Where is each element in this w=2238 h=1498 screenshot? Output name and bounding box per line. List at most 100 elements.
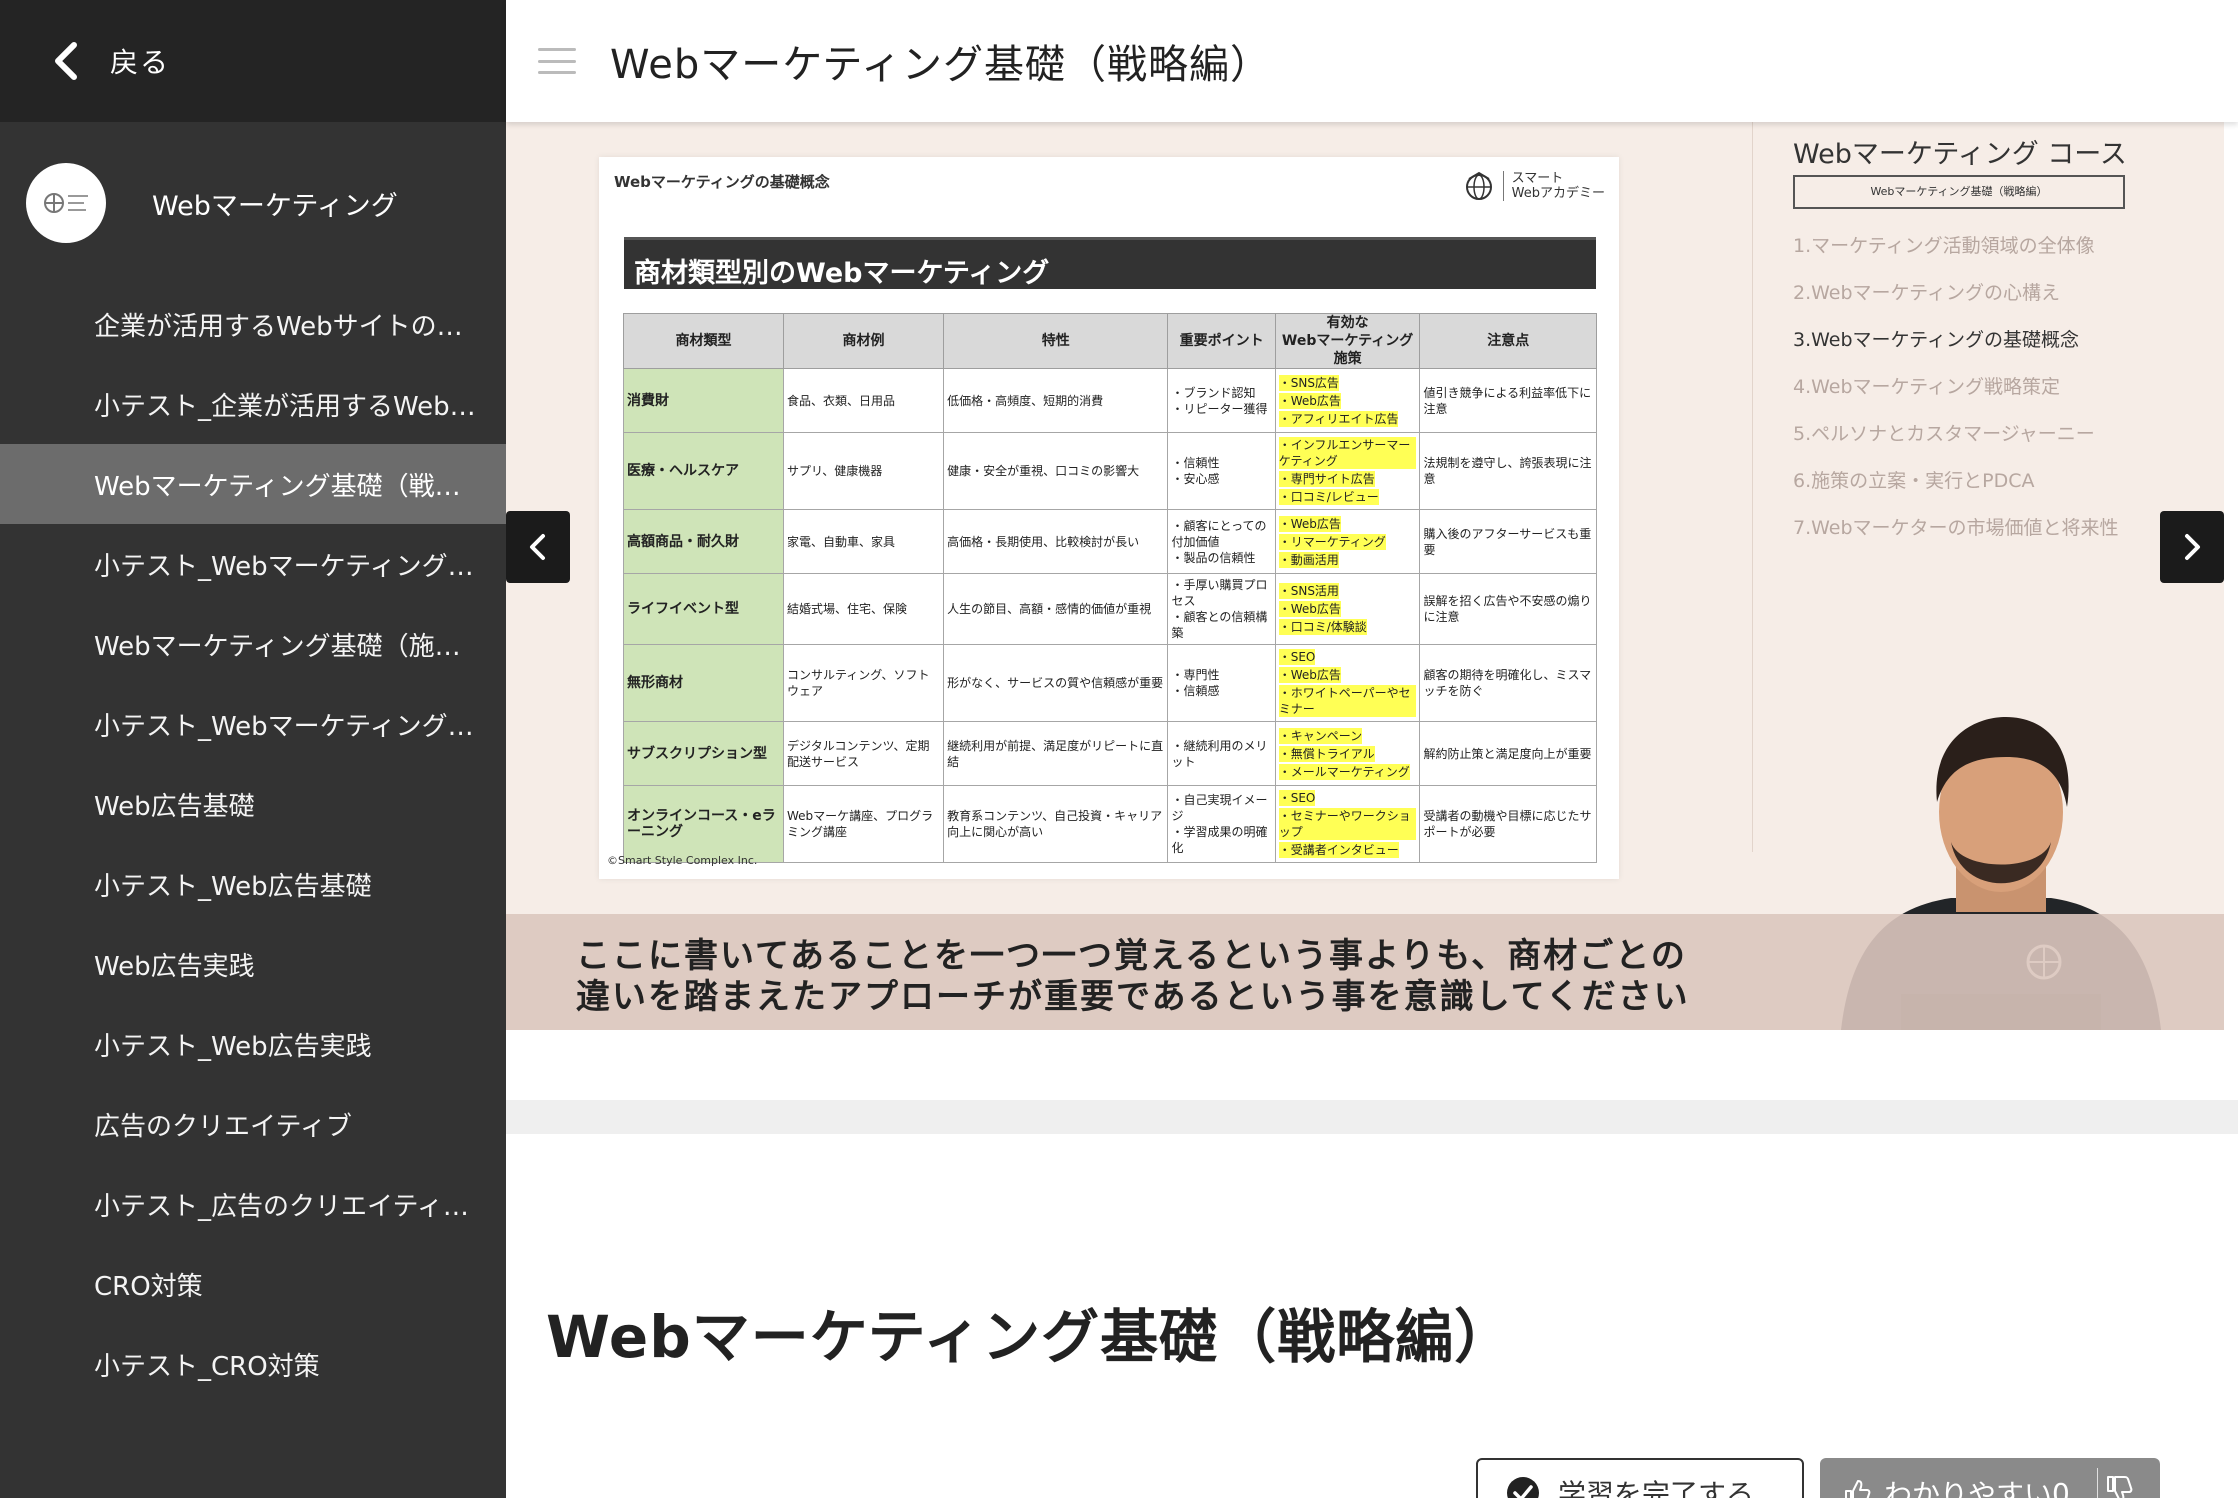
- table-cell-type: サブスクリプション型: [623, 721, 784, 786]
- course-header: Webマーケティング: [0, 122, 506, 284]
- back-button[interactable]: 戻る: [0, 0, 506, 122]
- highlighted-measure: ・メールマーケティング: [1278, 763, 1410, 780]
- table-cell-measures: ・キャンペーン ・無償トライアル ・メールマーケティング: [1274, 721, 1421, 786]
- sidebar-lesson-item[interactable]: CRO対策: [0, 1244, 506, 1324]
- toc-item: 5.ペルソナとカスタマージャーニー: [1793, 423, 2095, 445]
- sidebar-lesson-label: Webマーケティング基礎（施…: [94, 631, 461, 662]
- sidebar-lesson-item[interactable]: 企業が活用するWebサイトの…: [0, 284, 506, 364]
- sidebar-lesson-label: 小テスト_Web広告実践: [94, 1031, 372, 1062]
- video-player[interactable]: Webマーケティングの基礎概念 スマート Webアカデミー 商材類型別のWebマ…: [506, 122, 2224, 1030]
- slide-banner-title: 商材類型別のWebマーケティング: [624, 237, 1596, 289]
- table-column-header: 重要ポイント: [1167, 313, 1276, 369]
- table-cell-point: ・手厚い購買プロセス ・顧客との信頼構築: [1167, 573, 1276, 645]
- video-caption: ここに書いてあることを一つ一つ覚えるという事よりも、商材ごとの 違いを踏まえたア…: [506, 914, 2224, 1030]
- complete-lesson-label: 学習を完了する: [1558, 1478, 1755, 1498]
- table-cell-note: 顧客の期待を明確化し、ミスマッチを防ぐ: [1419, 644, 1597, 722]
- previous-slide-button[interactable]: [506, 511, 570, 583]
- toc-item: 2.Webマーケティングの心構え: [1793, 282, 2061, 304]
- page-title: Webマーケティング基礎（戦略編）: [610, 42, 1272, 88]
- table-cell-example: 結婚式場、住宅、保険: [782, 573, 945, 645]
- highlighted-measure: ・動画活用: [1278, 551, 1339, 568]
- sidebar-lesson-item[interactable]: 小テスト_Web広告実践: [0, 1004, 506, 1084]
- chevron-left-icon: [530, 534, 545, 560]
- table-cell-type: 無形商材: [623, 644, 784, 722]
- product-type-table: 商材類型 商材例 特性 重要ポイント 有効な Webマーケティング施策 注意点 消費財 食品…: [623, 313, 1597, 863]
- sidebar-lesson-item[interactable]: Webマーケティング基礎（施…: [0, 604, 506, 684]
- table-row: オンラインコース・eラーニング Webマーケ講座、プログラミング講座 教育系コンテン…: [623, 785, 1597, 863]
- table-cell-type: オンラインコース・eラーニング: [623, 785, 784, 863]
- table-cell-trait: 健康・安全が重視、口コミの影響大: [943, 432, 1169, 510]
- table-cell-point: ・ブランド認知 ・リピーター獲得: [1167, 368, 1276, 433]
- table-cell-note: 購入後のアフターサービスも重要: [1419, 509, 1597, 574]
- slide-section-title: Webマーケティングの基礎概念: [614, 173, 830, 191]
- helpful-button[interactable]: わかりやすい 0: [1820, 1458, 2160, 1498]
- toc-item: 1.マーケティング活動領域の全体像: [1793, 235, 2095, 257]
- thumbs-down-icon[interactable]: [2104, 1474, 2134, 1498]
- sidebar-lesson-item[interactable]: 小テスト_Webマーケティング…: [0, 684, 506, 764]
- highlighted-measure: ・セミナーやワークショップ: [1278, 808, 1417, 840]
- sidebar-lesson-item[interactable]: 小テスト_CRO対策: [0, 1324, 506, 1404]
- table-row: ライフイベント型 結婚式場、住宅、保険 人生の節目、高額・感情的価値が重視 ・手厚い購…: [623, 573, 1597, 645]
- highlighted-measure: ・SEO: [1278, 649, 1316, 665]
- sidebar-lesson-label: 広告のクリエイティブ: [94, 1111, 352, 1142]
- table-cell-point: ・信頼性 ・安心感: [1167, 432, 1276, 510]
- next-slide-button[interactable]: [2160, 511, 2224, 583]
- helpful-count: 0: [2052, 1476, 2070, 1498]
- table-cell-note: 値引き競争による利益率低下に注意: [1419, 368, 1597, 433]
- academy-logo-icon: [44, 193, 88, 213]
- sidebar-lesson-item[interactable]: 小テスト_企業が活用するWeb…: [0, 364, 506, 444]
- course-sidebar: 戻る Webマーケティング 企業が活用するWebサイトの… 小テスト_企業が活用す…: [0, 0, 506, 1498]
- table-cell-measures: ・SEO ・Web広告 ・ホワイトペーパーやセミナー: [1274, 644, 1421, 722]
- table-body: 消費財 食品、衣類、日用品 低価格・高頻度、短期的消費 ・ブランド認知 ・リピーター獲…: [623, 368, 1597, 863]
- highlighted-measure: ・インフルエンサーマーケティング: [1278, 437, 1417, 469]
- table-cell-measures: ・SEO ・セミナーやワークショップ ・受講者インタビュー: [1274, 785, 1421, 863]
- highlighted-measure: ・SNS活用: [1278, 583, 1339, 599]
- lesson-heading: Webマーケティング基礎（戦略編）: [546, 1303, 1514, 1371]
- table-cell-trait: 人生の節目、高額・感情的価値が重視: [943, 573, 1169, 645]
- highlighted-measure: ・無償トライアル: [1278, 745, 1375, 762]
- sidebar-lesson-item[interactable]: 広告のクリエイティブ: [0, 1084, 506, 1164]
- table-column-header: 特性: [943, 313, 1169, 369]
- table-cell-example: サプリ、健康機器: [782, 432, 945, 510]
- highlighted-measure: ・SEO: [1278, 790, 1316, 806]
- hamburger-menu-icon[interactable]: [538, 48, 576, 74]
- table-cell-point: ・自己実現イメージ ・学習成果の明確化: [1167, 785, 1276, 863]
- table-cell-note: 受講者の動機や目標に応じたサポートが必要: [1419, 785, 1597, 863]
- table-cell-measures: ・インフルエンサーマーケティング・専門サイト広告 ・口コミ/レビュー: [1274, 432, 1421, 510]
- table-cell-point: ・顧客にとっての付加価値 ・製品の信頼性: [1167, 509, 1276, 574]
- lesson-list: 企業が活用するWebサイトの… 小テスト_企業が活用するWeb… Webマーケティン…: [0, 284, 506, 1404]
- highlighted-measure: ・専門サイト広告: [1278, 471, 1375, 487]
- sidebar-lesson-item[interactable]: 小テスト_Web広告基礎: [0, 844, 506, 924]
- table-header-row: 商材類型 商材例 特性 重要ポイント 有効な Webマーケティング施策 注意点: [623, 313, 1597, 369]
- highlighted-measure: ・リマーケティング: [1278, 533, 1386, 550]
- caption-line-1: ここに書いてあることを一つ一つ覚えるという事よりも、商材ごとの: [576, 936, 1687, 976]
- sidebar-lesson-label: 小テスト_Webマーケティング…: [94, 551, 474, 582]
- chevron-right-icon: [2185, 534, 2200, 560]
- helpful-label: わかりやすい: [1884, 1478, 2053, 1498]
- table-cell-point: ・継続利用のメリット: [1167, 721, 1276, 786]
- sidebar-lesson-item[interactable]: 小テスト_広告のクリエイティ…: [0, 1164, 506, 1244]
- table-cell-example: 食品、衣類、日用品: [782, 368, 945, 433]
- sidebar-lesson-item[interactable]: Webマーケティング基礎（戦…: [0, 444, 506, 524]
- table-cell-type: 消費財: [623, 368, 784, 433]
- sidebar-lesson-label: 小テスト_企業が活用するWeb…: [94, 391, 476, 422]
- table-column-header: 商材例: [782, 313, 945, 369]
- sidebar-lesson-item[interactable]: 小テスト_Webマーケティング…: [0, 524, 506, 604]
- sidebar-lesson-label: 小テスト_広告のクリエイティ…: [94, 1191, 469, 1222]
- complete-lesson-button[interactable]: 学習を完了する: [1476, 1458, 1804, 1498]
- table-cell-example: 家電、自動車、家具: [782, 509, 945, 574]
- highlighted-measure: ・口コミ/体験談: [1278, 619, 1367, 635]
- table-cell-trait: 低価格・高頻度、短期的消費: [943, 368, 1169, 433]
- lecture-slide: Webマーケティングの基礎概念 スマート Webアカデミー 商材類型別のWebマ…: [599, 157, 1619, 879]
- sidebar-lesson-item[interactable]: Web広告基礎: [0, 764, 506, 844]
- highlighted-measure: ・SNS広告: [1278, 374, 1339, 391]
- highlighted-measure: ・Web広告: [1278, 392, 1341, 409]
- sidebar-lesson-label: Web広告実践: [94, 951, 255, 982]
- table-row: サブスクリプション型 デジタルコンテンツ、定期配送サービス 継続利用が前提、満足度が…: [623, 721, 1597, 786]
- sidebar-lesson-item[interactable]: Web広告実践: [0, 924, 506, 1004]
- toc-title: Webマーケティング コース: [1793, 139, 2127, 170]
- highlighted-measure: ・ホワイトペーパーやセミナー: [1278, 685, 1417, 717]
- top-bar: Webマーケティング基礎（戦略編）: [506, 0, 2238, 122]
- highlighted-measure: ・口コミ/レビュー: [1278, 489, 1379, 505]
- table-cell-note: 解約防止策と満足度向上が重要: [1419, 721, 1597, 786]
